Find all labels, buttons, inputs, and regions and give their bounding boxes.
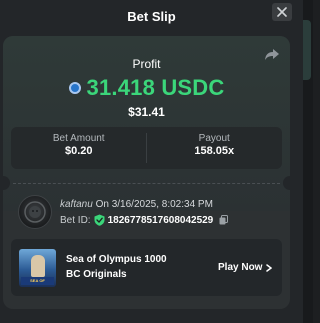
- copy-icon[interactable]: [219, 215, 229, 225]
- game-name: Sea of Olympus 1000: [66, 254, 167, 265]
- bet-slip-modal: Bet Slip Profit 31.418 USDC $31.41 Bet A…: [0, 0, 303, 323]
- close-button[interactable]: [272, 3, 292, 21]
- chevron-right-icon: [266, 263, 273, 272]
- payout-value: 158.05x: [194, 145, 235, 157]
- ticket-divider: [13, 183, 280, 184]
- user-info-line: kaftanu On 3/16/2025, 8:02:34 PM: [60, 199, 213, 210]
- bet-stats-box: Bet Amount $0.20 Payout 158.05x: [11, 127, 282, 169]
- close-icon: [277, 7, 287, 17]
- bet-amount-value: $0.20: [64, 145, 93, 157]
- game-provider: BC Originals: [66, 269, 127, 280]
- bet-id-label: Bet ID:: [60, 214, 91, 226]
- profit-fiat-value: $31.41: [128, 105, 165, 119]
- game-link-box[interactable]: SEA OF OLYMPUS Sea of Olympus 1000 BC Or…: [11, 239, 282, 296]
- profit-amount-row: 31.418 USDC: [3, 75, 290, 101]
- bet-datetime: 3/16/2025, 8:02:34 PM: [111, 199, 213, 210]
- username[interactable]: kaftanu: [60, 199, 93, 210]
- modal-title: Bet Slip: [127, 9, 176, 24]
- lion-avatar-icon: [24, 201, 46, 223]
- stats-divider: [146, 133, 147, 163]
- play-now-label: Play Now: [218, 262, 263, 273]
- ticket-notch-right: [283, 176, 290, 190]
- game-thumbnail-banner: SEA OF OLYMPUS: [21, 277, 54, 287]
- payout-stat: Payout 158.05x: [147, 127, 283, 169]
- bet-id-row: Bet ID: 182677851760804252​9: [60, 214, 229, 226]
- profit-amount: 31.418 USDC: [86, 75, 225, 100]
- bet-card: Profit 31.418 USDC $31.41 Bet Amount $0.…: [3, 36, 290, 309]
- game-thumbnail: SEA OF OLYMPUS: [19, 249, 56, 287]
- game-thumbnail-figure: [31, 255, 45, 277]
- bet-amount-label: Bet Amount: [52, 133, 105, 144]
- payout-label: Payout: [198, 133, 230, 144]
- play-now-button[interactable]: Play Now: [218, 262, 273, 273]
- avatar[interactable]: [18, 195, 52, 229]
- bet-amount-stat: Bet Amount $0.20: [11, 127, 147, 169]
- shield-check-icon: [94, 214, 105, 226]
- profit-label: Profit: [132, 57, 161, 71]
- bet-id-value: 182677851760804252​9: [107, 214, 214, 226]
- date-prefix: On: [92, 199, 112, 210]
- usdc-coin-icon: [68, 82, 81, 94]
